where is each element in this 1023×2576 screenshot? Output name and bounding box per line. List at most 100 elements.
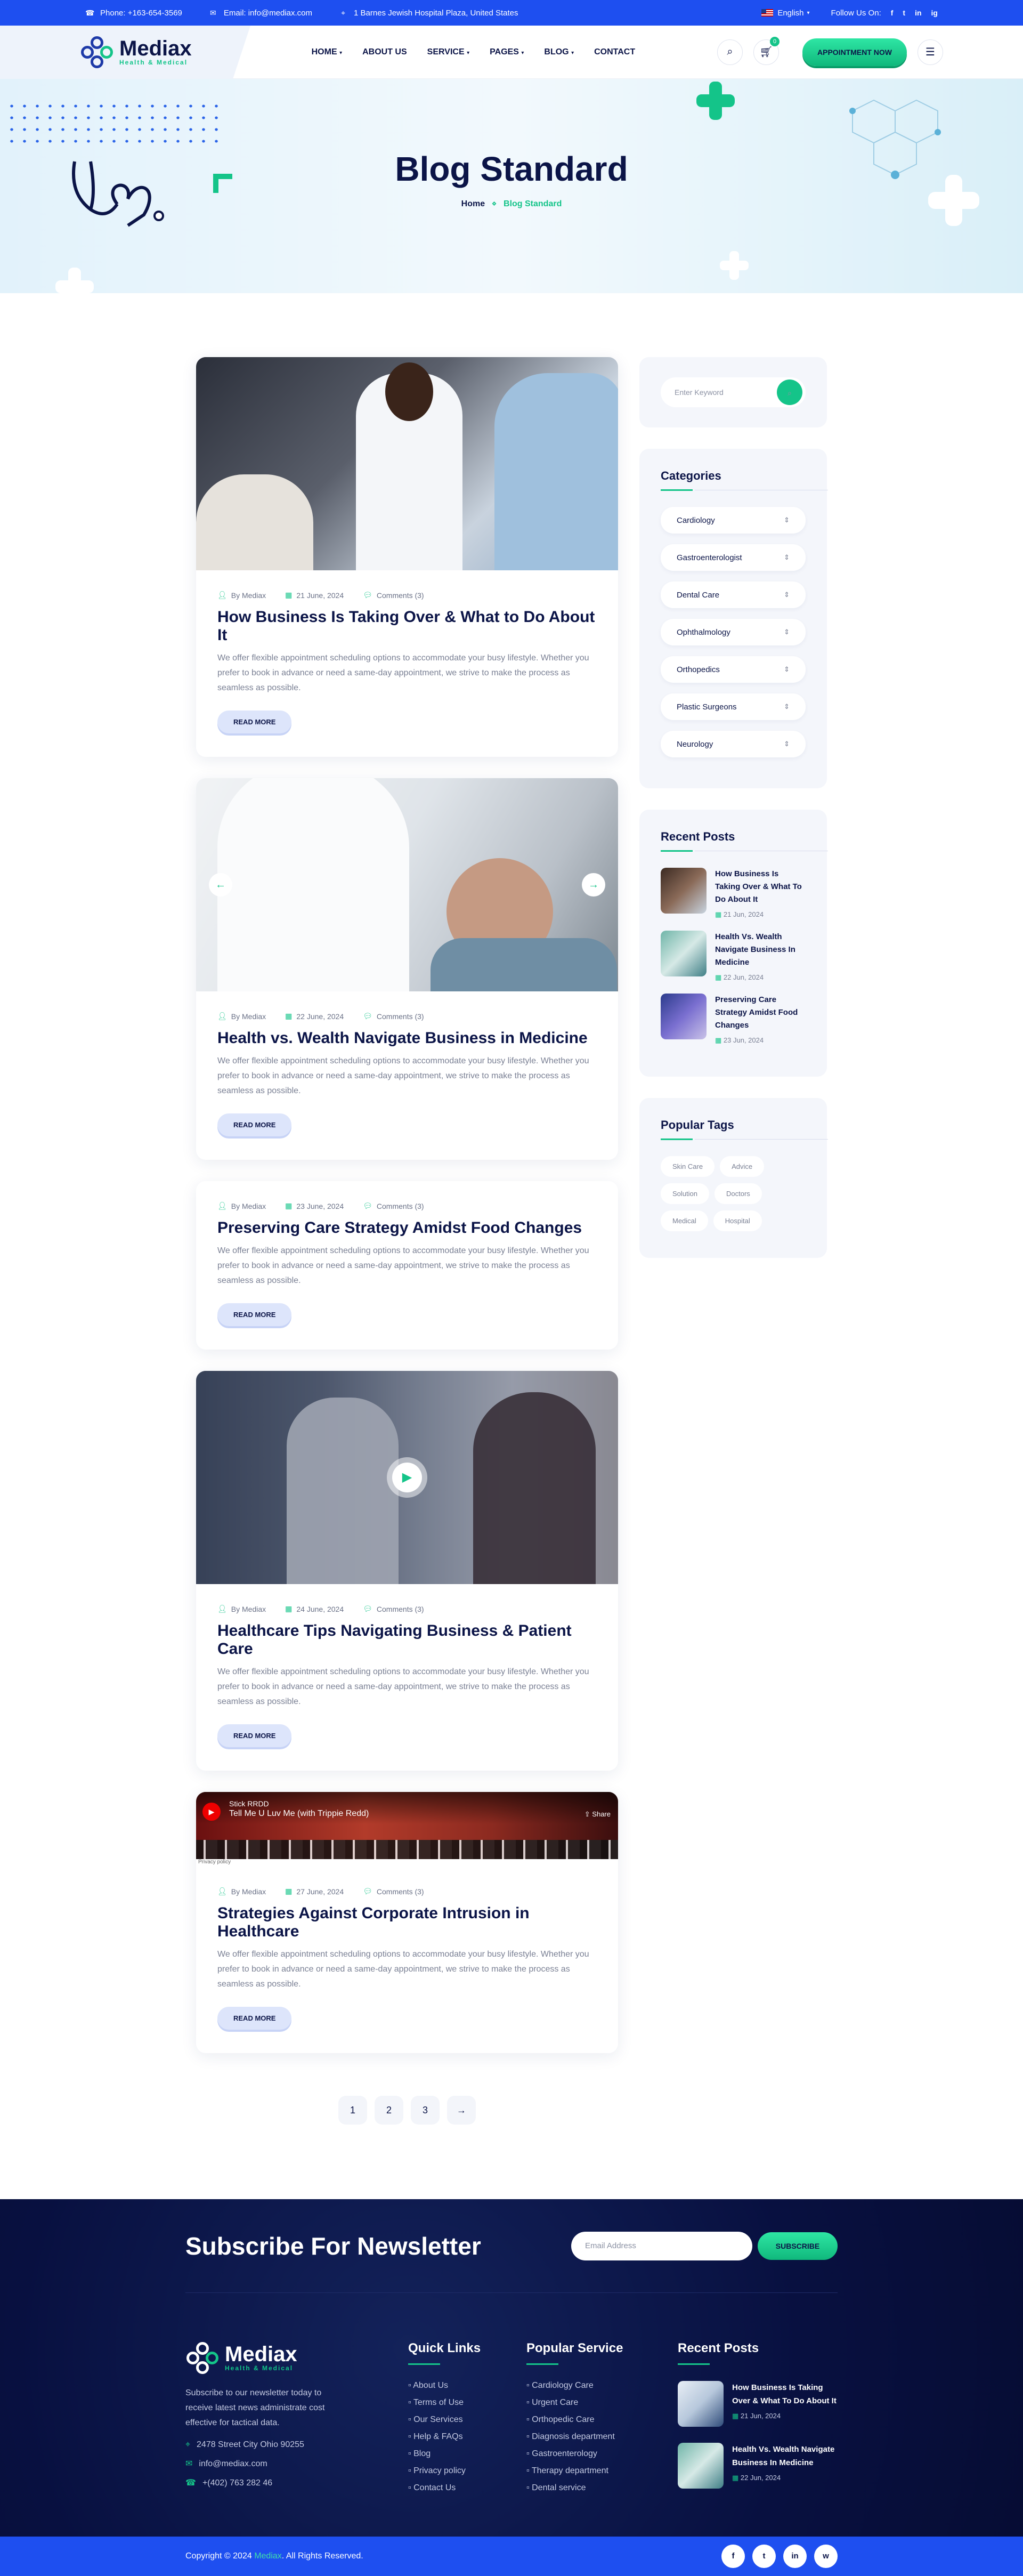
post-author[interactable]: 👤︎ By Mediax <box>217 1887 266 1896</box>
footer-service-link[interactable]: ▫ Gastroenterology <box>526 2449 678 2459</box>
twitter-icon[interactable]: t <box>903 9 905 17</box>
post-author[interactable]: 👤︎ By Mediax <box>217 1012 266 1021</box>
post-title[interactable]: Healthcare Tips Navigating Business & Pa… <box>196 1613 618 1658</box>
post-comments[interactable]: 💬︎ Comments (3) <box>363 1887 424 1896</box>
whatsapp-icon[interactable]: w <box>814 2545 838 2568</box>
recent-post-item[interactable]: How Business Is Taking Over & What To Do… <box>661 868 806 919</box>
nav-blog[interactable]: BLOG ▾ <box>544 47 574 57</box>
video-share-button[interactable]: ⇪ Share <box>584 1810 611 1819</box>
embedded-video-player[interactable]: ▶ Stick RRDD Tell Me U Luv Me (with Trip… <box>196 1792 618 1867</box>
footer-service-link[interactable]: ▫ Therapy department <box>526 2466 678 2476</box>
tag-item[interactable]: Solution <box>661 1183 709 1204</box>
facebook-icon[interactable]: f <box>891 9 894 17</box>
page-2-button[interactable]: 2 <box>375 2096 403 2125</box>
recent-post-item[interactable]: Health Vs. Wealth Navigate Business In M… <box>661 931 806 982</box>
category-item[interactable]: Dental Care ⇕ <box>661 582 806 608</box>
calendar-icon: ▦ <box>285 591 293 599</box>
search-button[interactable]: ⌕ <box>717 39 743 65</box>
footer-phone[interactable]: ☎ +(402) 763 282 46 <box>185 2477 408 2488</box>
footer-link[interactable]: ▫ Contact Us <box>408 2483 526 2493</box>
footer-link[interactable]: ▫ Help & FAQs <box>408 2432 526 2442</box>
post-title[interactable]: How Business Is Taking Over & What to Do… <box>196 600 618 644</box>
nav-service[interactable]: SERVICE ▾ <box>427 47 469 57</box>
post-comments[interactable]: 💬︎ Comments (3) <box>363 591 424 600</box>
nav-home[interactable]: HOME ▾ <box>312 47 342 57</box>
topbar-phone[interactable]: ☎ Phone: +163-654-3569 <box>85 9 182 18</box>
logo[interactable]: Mediax Health & Medical <box>80 35 192 69</box>
slider-prev-button[interactable]: ← <box>209 873 232 897</box>
footer-recent-post[interactable]: How Business Is Taking Over & What To Do… <box>678 2381 838 2427</box>
read-more-button[interactable]: READ MORE <box>217 1113 292 1136</box>
topbar-email[interactable]: ✉ Email: info@mediax.com <box>209 9 312 18</box>
footer-link[interactable]: ▫ Our Services <box>408 2415 526 2425</box>
read-more-button[interactable]: READ MORE <box>217 2007 292 2030</box>
footer-service-link[interactable]: ▫ Orthopedic Care <box>526 2415 678 2425</box>
post-comments[interactable]: 💬︎ Comments (3) <box>363 1012 424 1021</box>
page-3-button[interactable]: 3 <box>411 2096 440 2125</box>
post-comments[interactable]: 💬︎ Comments (3) <box>363 1604 424 1613</box>
read-more-button[interactable]: READ MORE <box>217 1303 292 1326</box>
recent-post-item[interactable]: Preserving Care Strategy Amidst Food Cha… <box>661 994 806 1045</box>
appointment-button[interactable]: APPOINTMENT NOW <box>802 38 907 66</box>
language-select[interactable]: English ▾ <box>761 9 810 18</box>
footer-service-link[interactable]: ▫ Dental service <box>526 2483 678 2493</box>
footer-service-link[interactable]: ▫ Diagnosis department <box>526 2432 678 2442</box>
footer-service-link[interactable]: ▫ Urgent Care <box>526 2398 678 2408</box>
footer-service-link[interactable]: ▫ Cardiology Care <box>526 2381 678 2391</box>
footer-logo[interactable]: Mediax Health & Medical <box>185 2341 408 2375</box>
category-item[interactable]: Cardiology ⇕ <box>661 507 806 534</box>
read-more-button[interactable]: READ MORE <box>217 1724 292 1747</box>
post-image-slider[interactable]: ← → <box>196 778 618 991</box>
nav-about[interactable]: ABOUT US <box>362 47 407 57</box>
post-comments[interactable]: 💬︎ Comments (3) <box>363 1201 424 1210</box>
post-author[interactable]: 👤︎ By Mediax <box>217 1201 266 1210</box>
footer-link[interactable]: ▫ About Us <box>408 2381 526 2391</box>
play-video-button[interactable]: ▶ <box>387 1457 427 1498</box>
popular-tags-title: Popular Tags <box>661 1118 734 1132</box>
tag-item[interactable]: Doctors <box>714 1183 762 1204</box>
copyright-bar: Copyright © 2024 Mediax. All Rights Rese… <box>0 2537 1023 2576</box>
category-item[interactable]: Neurology ⇕ <box>661 731 806 757</box>
read-more-button[interactable]: READ MORE <box>217 710 292 733</box>
tag-item[interactable]: Medical <box>661 1210 708 1231</box>
facebook-icon[interactable]: f <box>721 2545 745 2568</box>
slider-next-button[interactable]: → <box>582 873 605 897</box>
newsletter-email-input[interactable]: Email Address <box>571 2231 752 2260</box>
footer-link[interactable]: ▫ Terms of Use <box>408 2398 526 2408</box>
post-author[interactable]: 👤︎ By Mediax <box>217 1604 266 1613</box>
linkedin-icon[interactable]: in <box>915 9 921 17</box>
subscribe-button[interactable]: SUBSCRIBE <box>758 2232 838 2260</box>
menu-button[interactable]: ☰ <box>918 39 943 65</box>
footer-link[interactable]: ▫ Blog <box>408 2449 526 2459</box>
post-author[interactable]: 👤︎ By Mediax <box>217 591 266 600</box>
post-title[interactable]: Preserving Care Strategy Amidst Food Cha… <box>196 1210 618 1237</box>
footer-recent-post[interactable]: Health Vs. Wealth Navigate Business In M… <box>678 2443 838 2489</box>
category-item[interactable]: Ophthalmology ⇕ <box>661 619 806 645</box>
category-item[interactable]: Gastroenterologist ⇕ <box>661 544 806 571</box>
page-1-button[interactable]: 1 <box>338 2096 367 2125</box>
next-page-button[interactable]: → <box>447 2096 476 2125</box>
tag-item[interactable]: Hospital <box>713 1210 762 1231</box>
nav-contact[interactable]: CONTACT <box>594 47 635 57</box>
breadcrumb-home[interactable]: Home <box>461 199 485 208</box>
category-item[interactable]: Plastic Surgeons ⇕ <box>661 693 806 720</box>
recent-post-thumbnail <box>661 931 707 976</box>
tag-item[interactable]: Advice <box>720 1156 765 1177</box>
linkedin-icon[interactable]: in <box>783 2545 807 2568</box>
search-input[interactable]: Enter Keyword ⌕ <box>661 377 806 407</box>
video-privacy-link[interactable]: Privacy policy <box>196 1859 618 1867</box>
post-title[interactable]: Health vs. Wealth Navigate Business in M… <box>196 1021 618 1047</box>
twitter-icon[interactable]: t <box>752 2545 776 2568</box>
nav-pages[interactable]: PAGES ▾ <box>490 47 524 57</box>
footer-link[interactable]: ▫ Privacy policy <box>408 2466 526 2476</box>
category-item[interactable]: Orthopedics ⇕ <box>661 656 806 683</box>
post-video-thumbnail[interactable]: ▶ <box>196 1371 618 1584</box>
footer-email[interactable]: ✉ info@mediax.com <box>185 2458 408 2469</box>
instagram-icon[interactable]: ig <box>931 9 938 17</box>
post-image[interactable] <box>196 357 618 570</box>
search-submit-button[interactable]: ⌕ <box>777 379 802 405</box>
tag-item[interactable]: Skin Care <box>661 1156 715 1177</box>
cart-button[interactable]: 🛒︎ 0 <box>753 36 780 65</box>
post-title[interactable]: Strategies Against Corporate Intrusion i… <box>196 1896 618 1941</box>
video-title[interactable]: Tell Me U Luv Me (with Trippie Redd) <box>229 1809 369 1819</box>
